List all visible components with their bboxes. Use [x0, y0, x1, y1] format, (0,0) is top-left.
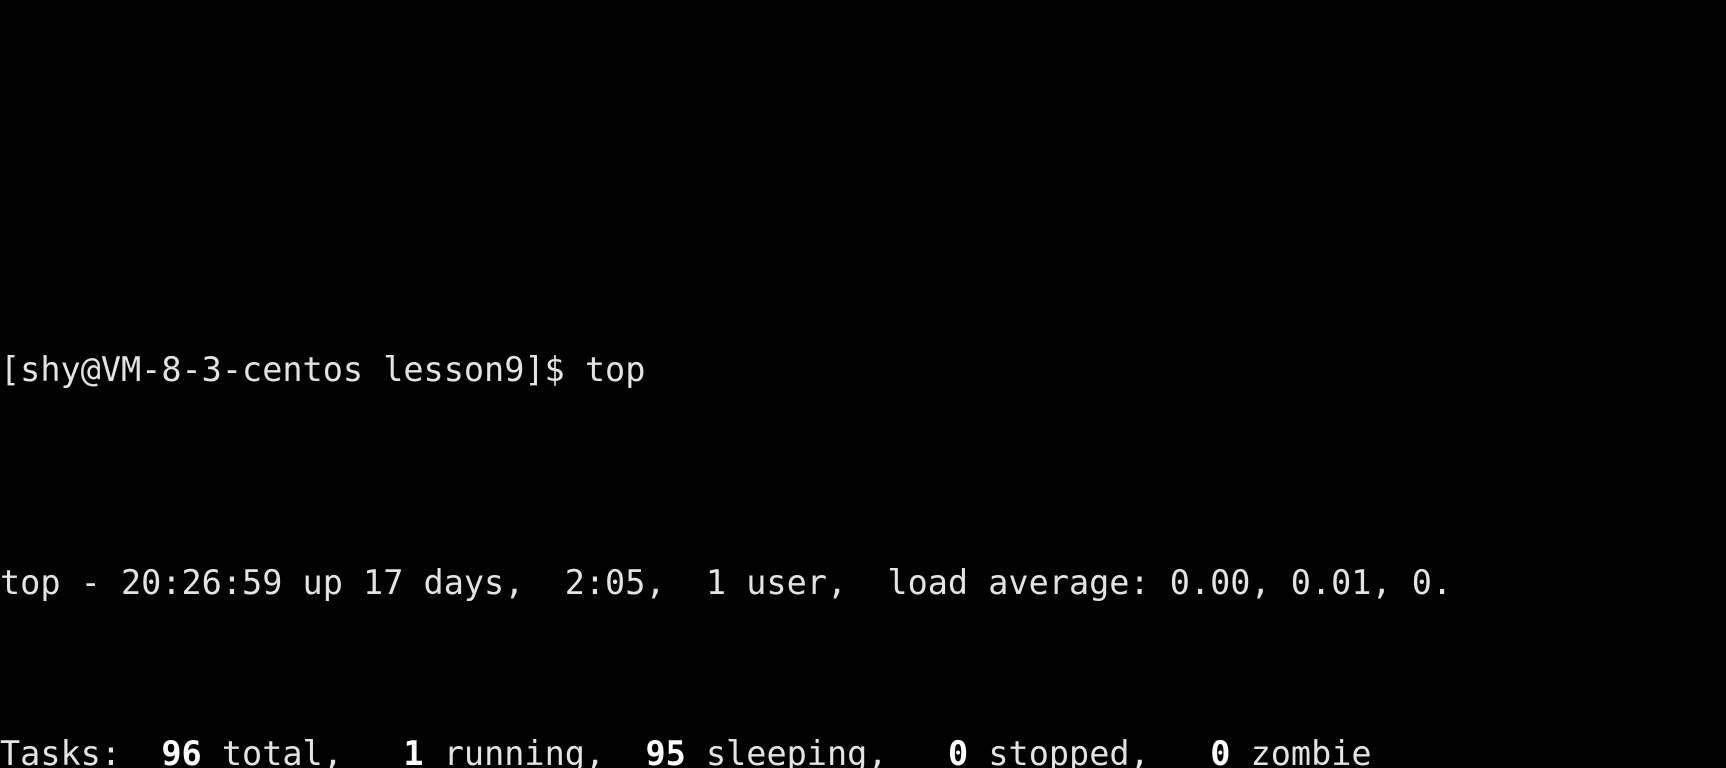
tasks-running-value: 1	[403, 733, 424, 768]
tasks-sleeping-value: 95	[645, 733, 686, 768]
tasks-sleeping-label: sleeping,	[705, 733, 888, 768]
terminal-screen: [shy@VM-8-3-centos lesson9]$ top top - 2…	[0, 0, 1726, 768]
tasks-running-label: running,	[443, 733, 606, 768]
top-uptime-line: top - 20:26:59 up 17 days, 2:05, 1 user,…	[0, 562, 1726, 605]
tasks-total-value: 96	[161, 733, 202, 768]
clipped-scrollback-line	[0, 136, 1726, 179]
tasks-stopped-value: 0	[948, 733, 969, 768]
top-tasks-line: Tasks: 96 total, 1 running, 95 sleeping,…	[0, 733, 1726, 768]
tasks-label: Tasks:	[0, 733, 122, 768]
shell-prompt-line[interactable]: [shy@VM-8-3-centos lesson9]$ top	[0, 349, 1726, 392]
tasks-total-label: total,	[221, 733, 343, 768]
tasks-zombie-label: zombie	[1250, 733, 1372, 768]
tasks-zombie-value: 0	[1210, 733, 1231, 768]
terminal-window[interactable]: [shy@VM-8-3-centos lesson9]$ top top - 2…	[0, 0, 1726, 768]
tasks-stopped-label: stopped,	[988, 733, 1150, 768]
uptime-text: top - 20:26:59 up 17 days, 2:05, 1 user,…	[0, 563, 1453, 603]
